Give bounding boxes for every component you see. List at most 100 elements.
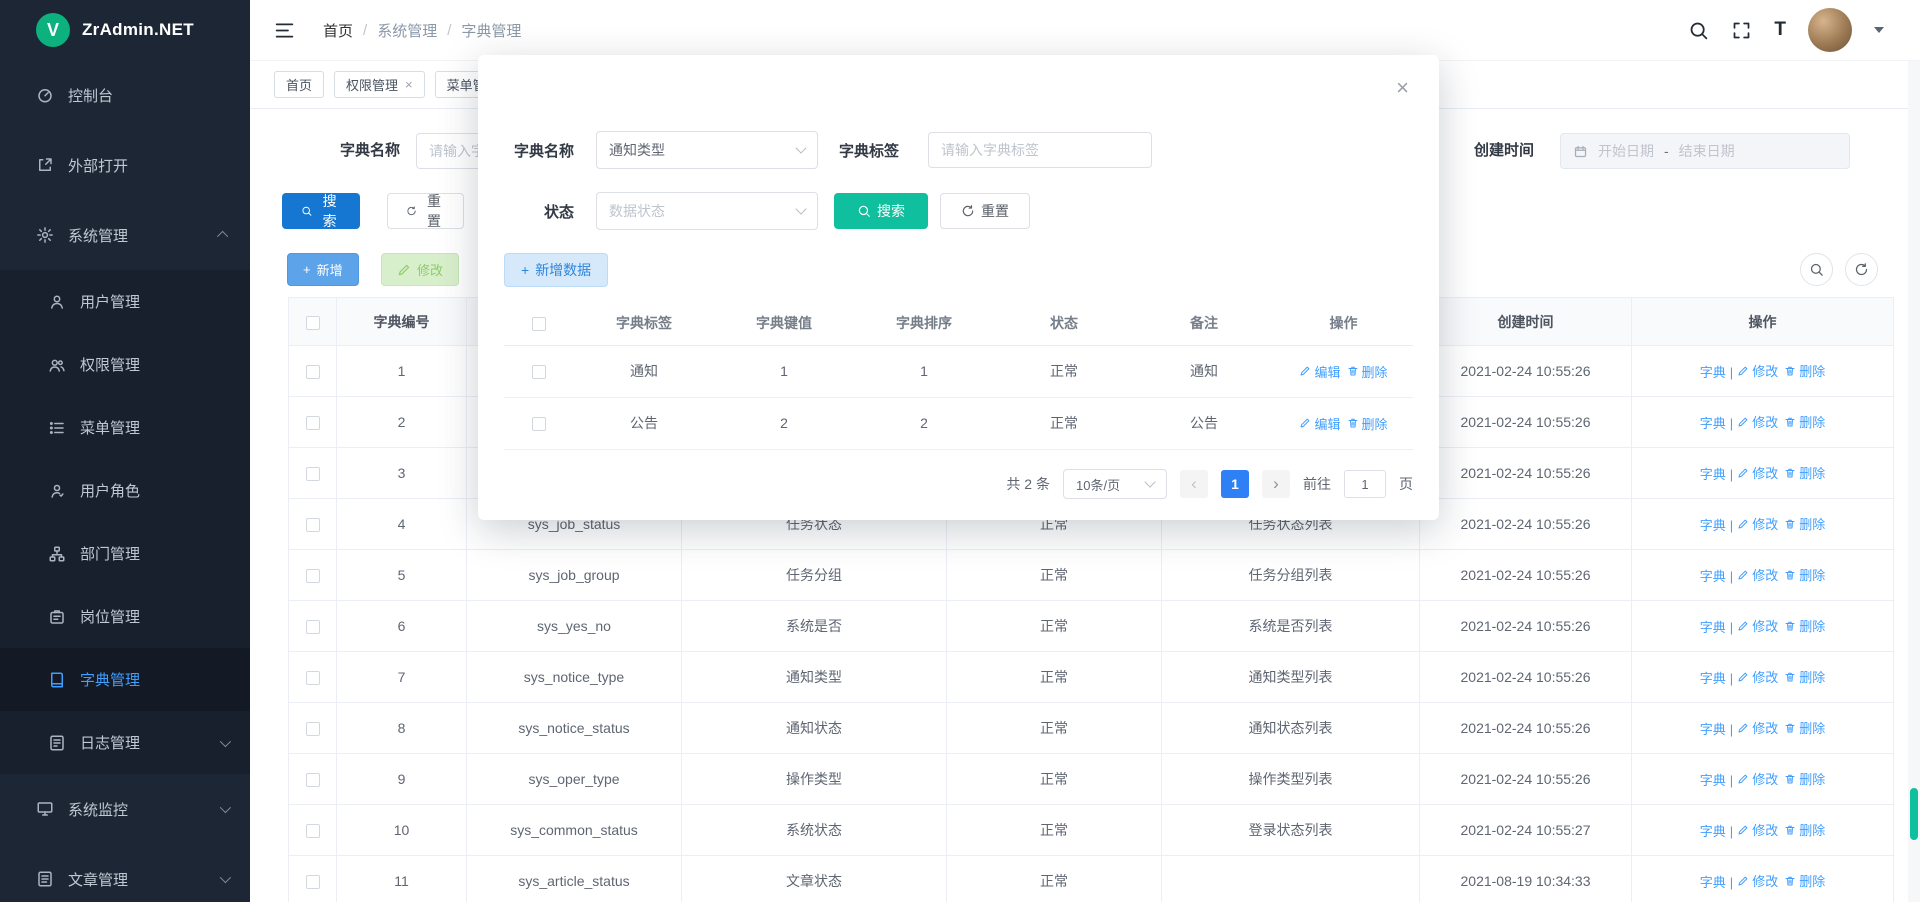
tab-perm[interactable]: 权限管理 × xyxy=(334,71,425,98)
sidebar-item-menu[interactable]: 菜单管理 xyxy=(0,396,250,459)
font-size-icon[interactable]: T xyxy=(1774,19,1786,41)
sidebar-item-perm[interactable]: 权限管理 xyxy=(0,333,250,396)
search-icon[interactable] xyxy=(1688,20,1709,41)
edit-link[interactable]: 修改 xyxy=(1737,514,1778,533)
row-checkbox[interactable] xyxy=(306,773,320,787)
sidebar-item-monitor[interactable]: 系统监控 xyxy=(0,774,250,844)
dict-type-link[interactable]: sys_oper_type xyxy=(467,754,682,805)
delete-link[interactable]: 删除 xyxy=(1784,463,1825,482)
delete-link[interactable]: 删除 xyxy=(1784,769,1825,788)
add-button[interactable]: + 新增 xyxy=(287,253,359,286)
prev-page-button[interactable]: ‹ xyxy=(1180,470,1208,498)
delete-link[interactable]: 删除 xyxy=(1784,616,1825,635)
edit-link[interactable]: 修改 xyxy=(1737,616,1778,635)
breadcrumb-home[interactable]: 首页 xyxy=(323,20,353,41)
row-checkbox[interactable] xyxy=(306,620,320,634)
delete-link[interactable]: 删除 xyxy=(1784,718,1825,737)
dict-type-link[interactable]: sys_job_group xyxy=(467,550,682,601)
delete-link[interactable]: 删除 xyxy=(1784,361,1825,380)
search-button[interactable]: 搜索 xyxy=(282,193,360,229)
breadcrumb-system[interactable]: 系统管理 xyxy=(377,20,437,41)
close-icon[interactable]: × xyxy=(1396,77,1409,99)
add-dict-data-button[interactable]: + 新增数据 xyxy=(504,253,608,287)
row-checkbox[interactable] xyxy=(306,416,320,430)
row-checkbox[interactable] xyxy=(306,875,320,889)
dict-type-link[interactable]: sys_yes_no xyxy=(467,601,682,652)
dict-data-link[interactable]: 字典 xyxy=(1700,617,1726,636)
dict-type-link[interactable]: sys_common_status xyxy=(467,805,682,856)
sidebar-item-dept[interactable]: 部门管理 xyxy=(0,522,250,585)
dict-data-link[interactable]: 字典 xyxy=(1700,566,1726,585)
sidebar-item-external[interactable]: 外部打开 xyxy=(0,130,250,200)
row-checkbox[interactable] xyxy=(306,518,320,532)
menu-fold-icon[interactable] xyxy=(274,20,295,41)
edit-link[interactable]: 修改 xyxy=(1737,667,1778,686)
dialog-search-button[interactable]: 搜索 xyxy=(834,193,928,229)
dict-data-link[interactable]: 字典 xyxy=(1700,719,1726,738)
row-checkbox[interactable] xyxy=(532,417,546,431)
scrollbar-thumb[interactable] xyxy=(1910,788,1918,840)
row-checkbox[interactable] xyxy=(306,722,320,736)
delete-link[interactable]: 删除 xyxy=(1347,414,1388,433)
page-jump-input[interactable] xyxy=(1344,470,1386,498)
edit-link[interactable]: 修改 xyxy=(1737,565,1778,584)
dict-data-link[interactable]: 字典 xyxy=(1700,872,1726,891)
dict-type-link[interactable]: sys_notice_type xyxy=(467,652,682,703)
row-checkbox[interactable] xyxy=(306,365,320,379)
dict-label-input[interactable] xyxy=(928,132,1152,168)
row-checkbox[interactable] xyxy=(306,824,320,838)
close-icon[interactable]: × xyxy=(405,77,413,92)
row-checkbox[interactable] xyxy=(306,467,320,481)
sidebar-item-post[interactable]: 岗位管理 xyxy=(0,585,250,648)
delete-link[interactable]: 删除 xyxy=(1784,667,1825,686)
delete-link[interactable]: 删除 xyxy=(1784,412,1825,431)
user-avatar[interactable] xyxy=(1808,8,1852,52)
sidebar-item-dict[interactable]: 字典管理 xyxy=(0,648,250,711)
delete-link[interactable]: 删除 xyxy=(1784,514,1825,533)
next-page-button[interactable]: › xyxy=(1262,470,1290,498)
dict-type-link[interactable]: sys_article_status xyxy=(467,856,682,902)
edit-button[interactable]: 修改 xyxy=(381,253,459,286)
edit-link[interactable]: 修改 xyxy=(1737,769,1778,788)
vertical-scrollbar[interactable] xyxy=(1908,61,1920,902)
dict-data-link[interactable]: 字典 xyxy=(1700,770,1726,789)
reset-button[interactable]: 重置 xyxy=(387,193,464,229)
delete-link[interactable]: 删除 xyxy=(1784,871,1825,890)
sidebar-item-log[interactable]: 日志管理 xyxy=(0,711,250,774)
table-refresh-button[interactable] xyxy=(1845,253,1878,286)
caret-down-icon[interactable] xyxy=(1874,27,1884,33)
edit-link[interactable]: 修改 xyxy=(1737,820,1778,839)
edit-link[interactable]: 修改 xyxy=(1737,412,1778,431)
delete-link[interactable]: 删除 xyxy=(1347,362,1388,381)
edit-link[interactable]: 修改 xyxy=(1737,718,1778,737)
table-search-button[interactable] xyxy=(1800,253,1833,286)
page-size-select[interactable]: 10条/页 xyxy=(1063,469,1167,499)
current-page-button[interactable]: 1 xyxy=(1221,470,1249,498)
sidebar-item-user[interactable]: 用户管理 xyxy=(0,270,250,333)
tab-home[interactable]: 首页 xyxy=(274,71,324,98)
dialog-reset-button[interactable]: 重置 xyxy=(940,193,1030,229)
dict-data-link[interactable]: 字典 xyxy=(1700,668,1726,687)
edit-link[interactable]: 修改 xyxy=(1737,361,1778,380)
fullscreen-icon[interactable] xyxy=(1731,20,1752,41)
select-all-checkbox[interactable] xyxy=(532,317,546,331)
dict-data-link[interactable]: 字典 xyxy=(1700,362,1726,381)
dict-data-link[interactable]: 字典 xyxy=(1700,515,1726,534)
row-checkbox[interactable] xyxy=(306,671,320,685)
dict-name-select[interactable]: 通知类型 xyxy=(596,131,818,169)
edit-link[interactable]: 修改 xyxy=(1737,871,1778,890)
dict-type-link[interactable]: sys_notice_status xyxy=(467,703,682,754)
dict-data-link[interactable]: 字典 xyxy=(1700,464,1726,483)
edit-link[interactable]: 编辑 xyxy=(1299,362,1340,381)
delete-link[interactable]: 删除 xyxy=(1784,565,1825,584)
edit-link[interactable]: 编辑 xyxy=(1299,414,1340,433)
status-select[interactable]: 数据状态 xyxy=(596,192,818,230)
sidebar-item-article[interactable]: 文章管理 xyxy=(0,844,250,902)
delete-link[interactable]: 删除 xyxy=(1784,820,1825,839)
dict-data-link[interactable]: 字典 xyxy=(1700,821,1726,840)
row-checkbox[interactable] xyxy=(306,569,320,583)
edit-link[interactable]: 修改 xyxy=(1737,463,1778,482)
sidebar-item-role[interactable]: 用户角色 xyxy=(0,459,250,522)
row-checkbox[interactable] xyxy=(532,365,546,379)
select-all-checkbox[interactable] xyxy=(306,316,320,330)
